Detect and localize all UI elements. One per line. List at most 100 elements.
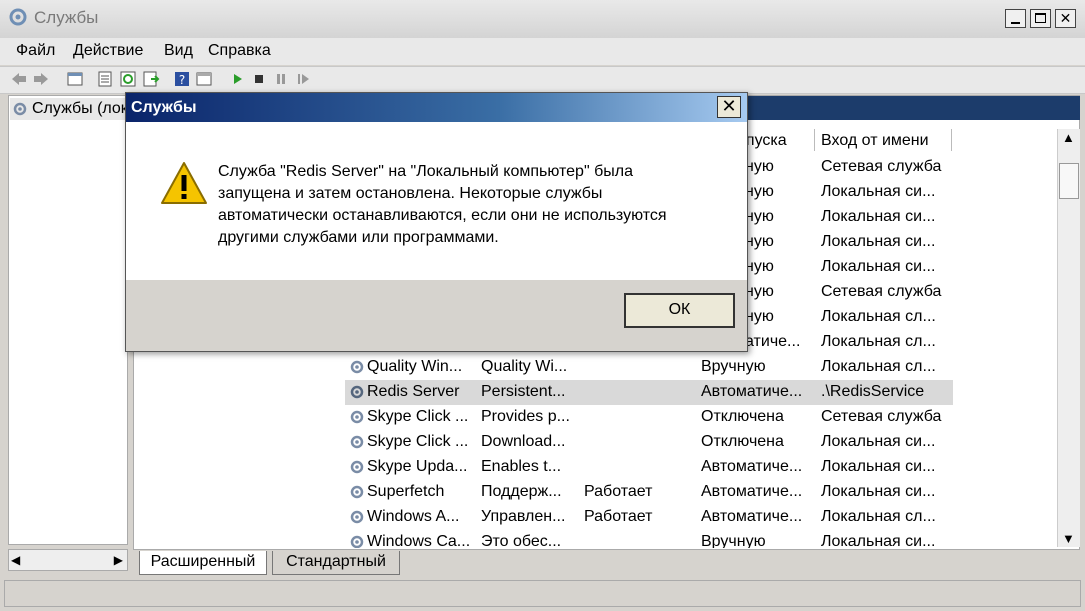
cell-logon: Локальная си... <box>821 233 936 250</box>
menu-file[interactable]: Файл <box>16 42 55 60</box>
cell-startup: Вручную <box>701 533 766 548</box>
gear-icon <box>350 485 364 499</box>
dialog-message-line: другими службами или программами. <box>218 229 499 246</box>
restart-service-icon[interactable] <box>294 70 312 88</box>
cell-logon: Локальная си... <box>821 533 936 548</box>
cell-startup: Отключена <box>701 408 784 425</box>
export-list-icon[interactable] <box>142 70 160 88</box>
scroll-left-icon[interactable]: ◀ <box>11 553 20 567</box>
column-header-startup[interactable]: апуска <box>737 129 815 151</box>
back-arrow-icon[interactable] <box>10 70 28 88</box>
cell-logon: Локальная сл... <box>821 333 936 350</box>
cell-startup: ную <box>745 258 774 275</box>
tree-item-services[interactable]: Службы (лок <box>10 98 128 120</box>
list-row[interactable]: Windows Ca... Это обес... Вручную Локаль… <box>345 530 953 548</box>
cell-startup: атиче... <box>745 333 801 350</box>
minimize-button[interactable] <box>1005 9 1026 28</box>
scroll-up-icon[interactable]: ▲ <box>1062 130 1075 145</box>
scroll-thumb[interactable] <box>1059 163 1079 199</box>
svg-text:?: ? <box>179 73 185 87</box>
scroll-right-icon[interactable]: ▶ <box>114 553 123 567</box>
dialog-message-line: запущена и затем остановлена. Некоторые … <box>218 185 603 202</box>
cell-description: Управлен... <box>481 508 566 525</box>
cell-startup: Автоматиче... <box>701 483 803 500</box>
gear-icon <box>350 410 364 424</box>
cell-startup: Автоматиче... <box>701 508 803 525</box>
menu-view[interactable]: Вид <box>164 42 193 60</box>
console-tree-icon[interactable] <box>66 70 84 88</box>
cell-status: Работает <box>584 483 653 500</box>
close-window-button[interactable]: ✕ <box>1055 9 1076 28</box>
properties-icon[interactable] <box>96 70 114 88</box>
warning-icon <box>161 162 207 204</box>
cell-logon: Локальная сл... <box>821 358 936 375</box>
help-icon[interactable]: ? <box>173 70 191 88</box>
list-row[interactable]: Quality Win... Quality Wi... Вручную Лок… <box>345 355 953 380</box>
cell-name: Skype Click ... <box>367 433 469 450</box>
gear-icon <box>350 460 364 474</box>
dialog-title-bar: Службы ✕ <box>126 93 747 122</box>
maximize-button[interactable] <box>1030 9 1051 28</box>
cell-logon: Сетевая служба <box>821 283 942 300</box>
gear-icon <box>350 510 364 524</box>
error-dialog: Службы ✕ Служба "Redis Server" на "Локал… <box>125 92 748 352</box>
list-row[interactable]: Windows A... Управлен... Работает Автома… <box>345 505 953 530</box>
cell-logon: Локальная си... <box>821 433 936 450</box>
pause-service-icon[interactable] <box>272 70 290 88</box>
cell-startup: ную <box>745 208 774 225</box>
gear-icon <box>350 535 364 548</box>
cell-logon: Локальная сл... <box>821 308 936 325</box>
menu-action[interactable]: Действие <box>73 42 143 60</box>
tab-extended[interactable]: Расширенный <box>139 551 267 575</box>
dialog-title: Службы <box>131 99 197 116</box>
list-row[interactable]: Skype Click ... Download... Отключена Ло… <box>345 430 953 455</box>
menu-help[interactable]: Справка <box>208 42 271 60</box>
cell-logon: Локальная си... <box>821 258 936 275</box>
list-row-selected[interactable]: Redis Server Persistent... Автоматиче...… <box>345 380 953 405</box>
list-vertical-scrollbar[interactable]: ▲ ▼ <box>1057 129 1080 547</box>
stop-service-icon[interactable] <box>250 70 268 88</box>
cell-logon: Локальная си... <box>821 458 936 475</box>
cell-startup: Вручную <box>701 358 766 375</box>
start-service-icon[interactable] <box>228 70 246 88</box>
gear-icon <box>350 360 364 374</box>
list-row[interactable]: Skype Upda... Enables t... Автоматиче...… <box>345 455 953 480</box>
tree-horizontal-scrollbar[interactable]: ◀ ▶ <box>8 549 128 571</box>
ok-button[interactable]: ОК <box>624 293 735 328</box>
cell-name: Windows A... <box>367 508 460 525</box>
cell-logon: Локальная си... <box>821 483 936 500</box>
gear-icon <box>13 102 27 116</box>
cell-name: Superfetch <box>367 483 445 500</box>
cell-name: Quality Win... <box>367 358 463 375</box>
dialog-message-line: Служба "Redis Server" на "Локальный комп… <box>218 163 633 180</box>
tab-standard[interactable]: Стандартный <box>272 551 400 575</box>
cell-status: Работает <box>584 508 653 525</box>
dialog-close-button[interactable]: ✕ <box>717 96 741 118</box>
cell-description: Это обес... <box>481 533 562 548</box>
cell-description: Provides p... <box>481 408 570 425</box>
refresh-icon[interactable] <box>119 70 137 88</box>
cell-description: Download... <box>481 433 566 450</box>
gear-icon <box>350 385 364 399</box>
cell-logon: Локальная си... <box>821 183 936 200</box>
show-console-icon[interactable] <box>195 70 213 88</box>
cell-description: Enables t... <box>481 458 562 475</box>
dialog-message: Служба "Redis Server" на "Локальный комп… <box>218 161 718 249</box>
gear-icon <box>350 435 364 449</box>
forward-arrow-icon[interactable] <box>32 70 50 88</box>
cell-name: Skype Click ... <box>367 408 469 425</box>
cell-name: Redis Server <box>367 383 460 400</box>
list-row[interactable]: Superfetch Поддерж... Работает Автоматич… <box>345 480 953 505</box>
menu-bar <box>0 38 1085 65</box>
cell-startup: ную <box>745 283 774 300</box>
column-header-logon[interactable]: Вход от имени <box>815 129 952 151</box>
cell-logon: .\RedisService <box>821 383 925 400</box>
list-row[interactable]: Skype Click ... Provides p... Отключена … <box>345 405 953 430</box>
cell-name: Skype Upda... <box>367 458 468 475</box>
services-gear-icon <box>9 8 27 26</box>
scroll-down-icon[interactable]: ▼ <box>1062 531 1075 546</box>
dialog-message-line: автоматически останавливаются, если они … <box>218 207 667 224</box>
title-bar <box>0 0 1085 39</box>
cell-startup: Автоматиче... <box>701 458 803 475</box>
cell-name: Windows Ca... <box>367 533 471 548</box>
